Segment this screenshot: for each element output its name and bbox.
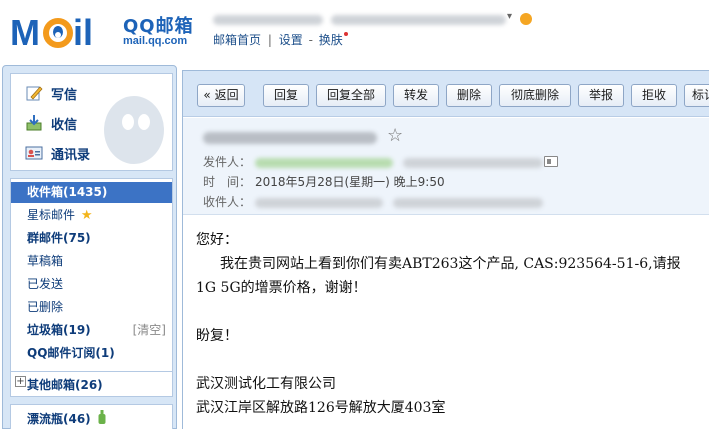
compose-label: 写信 bbox=[51, 87, 78, 103]
body-greeting: 您好： bbox=[196, 232, 238, 248]
folder-spam[interactable]: 垃圾箱(19) [清空] bbox=[11, 320, 172, 341]
delete-button[interactable]: 删除 bbox=[446, 84, 492, 107]
folder-starred[interactable]: 星标邮件 ★ bbox=[11, 205, 172, 226]
time-label: 时 间： bbox=[203, 175, 252, 189]
brand-url: mail.qq.com bbox=[123, 35, 188, 47]
mailbox-home-link[interactable]: 邮箱首页 bbox=[213, 33, 261, 47]
folder-drafts[interactable]: 草稿箱 bbox=[11, 251, 172, 272]
compose-link[interactable]: 写信 bbox=[25, 82, 77, 104]
folder-subscriptions[interactable]: QQ邮件订阅(1) bbox=[11, 343, 172, 364]
body-company: 武汉测试化工有限公司 bbox=[196, 376, 336, 392]
folder-label: QQ邮件订阅(1) bbox=[27, 346, 115, 360]
from-address-redacted bbox=[402, 157, 543, 168]
reply-all-button[interactable]: 回复全部 bbox=[316, 84, 386, 107]
inbox-download-icon bbox=[26, 115, 42, 131]
folder-group-mail[interactable]: 群邮件(75) bbox=[11, 228, 172, 249]
drift-bottle-label: 漂流瓶(46) bbox=[27, 412, 91, 426]
subject-redacted bbox=[203, 130, 377, 144]
to-name-redacted bbox=[254, 197, 383, 208]
top-header: M il QQ邮箱 mail.qq.com ▾ 邮箱首页 | 设置 - 换肤 bbox=[0, 0, 709, 62]
permanent-delete-button[interactable]: 彻底删除 bbox=[499, 84, 571, 107]
folder-label: 群邮件(75) bbox=[27, 231, 91, 245]
contacts-link[interactable]: 通讯录 bbox=[25, 142, 90, 164]
new-dot-icon bbox=[343, 32, 348, 36]
report-button[interactable]: 举报 bbox=[578, 84, 624, 107]
receive-label: 收信 bbox=[51, 117, 78, 133]
folder-label: 垃圾箱(19) bbox=[27, 323, 91, 337]
other-mailboxes-label: 其他邮箱(26) bbox=[27, 378, 103, 392]
folder-label: 已发送 bbox=[27, 277, 64, 291]
header-links: 邮箱首页 | 设置 - 换肤 bbox=[213, 31, 348, 48]
account-info-redacted bbox=[213, 12, 513, 26]
other-mailboxes[interactable]: + 其他邮箱(26) bbox=[10, 371, 173, 397]
mail-toolbar: « 返回 回复 回复全部 转发 删除 彻底删除 举报 拒收 标记 bbox=[183, 71, 709, 117]
add-contact-card-icon[interactable] bbox=[544, 156, 558, 167]
body-address: 武汉江岸区解放路126号解放大厦403室 bbox=[196, 400, 446, 416]
folder-label: 已删除 bbox=[27, 300, 64, 314]
clear-spam-link[interactable]: [清空] bbox=[133, 320, 166, 341]
back-button[interactable]: « 返回 bbox=[197, 84, 245, 107]
folder-deleted[interactable]: 已删除 bbox=[11, 297, 172, 318]
folder-list: 收件箱(1435) 星标邮件 ★ 群邮件(75) 草稿箱 已发送 已删除 垃圾箱… bbox=[10, 178, 173, 378]
time-value: 2018年5月28日(星期一) 晚上9:50 bbox=[255, 175, 445, 189]
to-label: 收件人： bbox=[203, 195, 252, 209]
folder-label: 星标邮件 bbox=[27, 208, 76, 222]
body-closing: 盼复！ bbox=[196, 328, 238, 344]
link-separator: | bbox=[267, 33, 272, 47]
svg-text:il: il bbox=[73, 12, 93, 51]
folder-label: 草稿箱 bbox=[27, 254, 64, 268]
expand-icon[interactable]: + bbox=[15, 376, 26, 387]
quick-actions: 写信 收信 通讯录 bbox=[10, 73, 173, 171]
reject-button[interactable]: 拒收 bbox=[631, 84, 677, 107]
forward-button[interactable]: 转发 bbox=[393, 84, 439, 107]
from-label: 发件人： bbox=[203, 155, 252, 169]
folder-inbox[interactable]: 收件箱(1435) bbox=[11, 182, 172, 203]
folder-sent[interactable]: 已发送 bbox=[11, 274, 172, 295]
star-toggle-icon[interactable]: ☆ bbox=[387, 125, 403, 146]
change-skin-link[interactable]: 换肤 bbox=[319, 33, 343, 47]
time-row: 时 间： 2018年5月28日(星期一) 晚上9:50 bbox=[203, 173, 445, 190]
from-name-redacted[interactable] bbox=[254, 157, 393, 168]
drift-bottle[interactable]: 漂流瓶(46) bbox=[10, 404, 173, 429]
to-row: 收件人： bbox=[203, 193, 543, 210]
receive-link[interactable]: 收信 bbox=[25, 112, 77, 134]
folder-label: 收件箱(1435) bbox=[27, 185, 108, 199]
settings-link[interactable]: 设置 bbox=[279, 33, 303, 47]
body-line-2: 1G 5G的增票价格，谢谢！ bbox=[196, 280, 367, 296]
status-face-icon[interactable] bbox=[520, 13, 532, 25]
contacts-label: 通讯录 bbox=[51, 147, 91, 163]
to-address-redacted bbox=[392, 197, 543, 208]
message-header: ☆ 发件人： 时 间： 2018年5月28日(星期一) 晚上9:50 收件人： bbox=[183, 118, 709, 215]
contacts-card-icon bbox=[25, 146, 43, 160]
mail-view: « 返回 回复 回复全部 转发 删除 彻底删除 举报 拒收 标记 ☆ 发件人： … bbox=[182, 70, 709, 429]
link-separator: - bbox=[308, 33, 313, 47]
body-line-1: 我在贵司网站上看到你们有卖ABT263这个产品, CAS:923564-51-6… bbox=[220, 256, 681, 272]
penguin-watermark-icon bbox=[104, 96, 164, 164]
svg-text:M: M bbox=[10, 12, 40, 51]
pencil-icon bbox=[26, 86, 43, 101]
from-row: 发件人： bbox=[203, 153, 543, 170]
mark-button[interactable]: 标记 bbox=[684, 84, 709, 107]
reply-button[interactable]: 回复 bbox=[263, 84, 309, 107]
sidebar: 写信 收信 通讯录 收件箱(1435) 星标邮件 ★ 群邮件(75) 草稿箱 已… bbox=[2, 65, 177, 429]
account-dropdown-icon[interactable]: ▾ bbox=[507, 11, 512, 22]
star-icon: ★ bbox=[80, 208, 93, 223]
bottle-icon bbox=[98, 410, 106, 424]
qq-mail-logo[interactable]: M il bbox=[10, 9, 120, 51]
